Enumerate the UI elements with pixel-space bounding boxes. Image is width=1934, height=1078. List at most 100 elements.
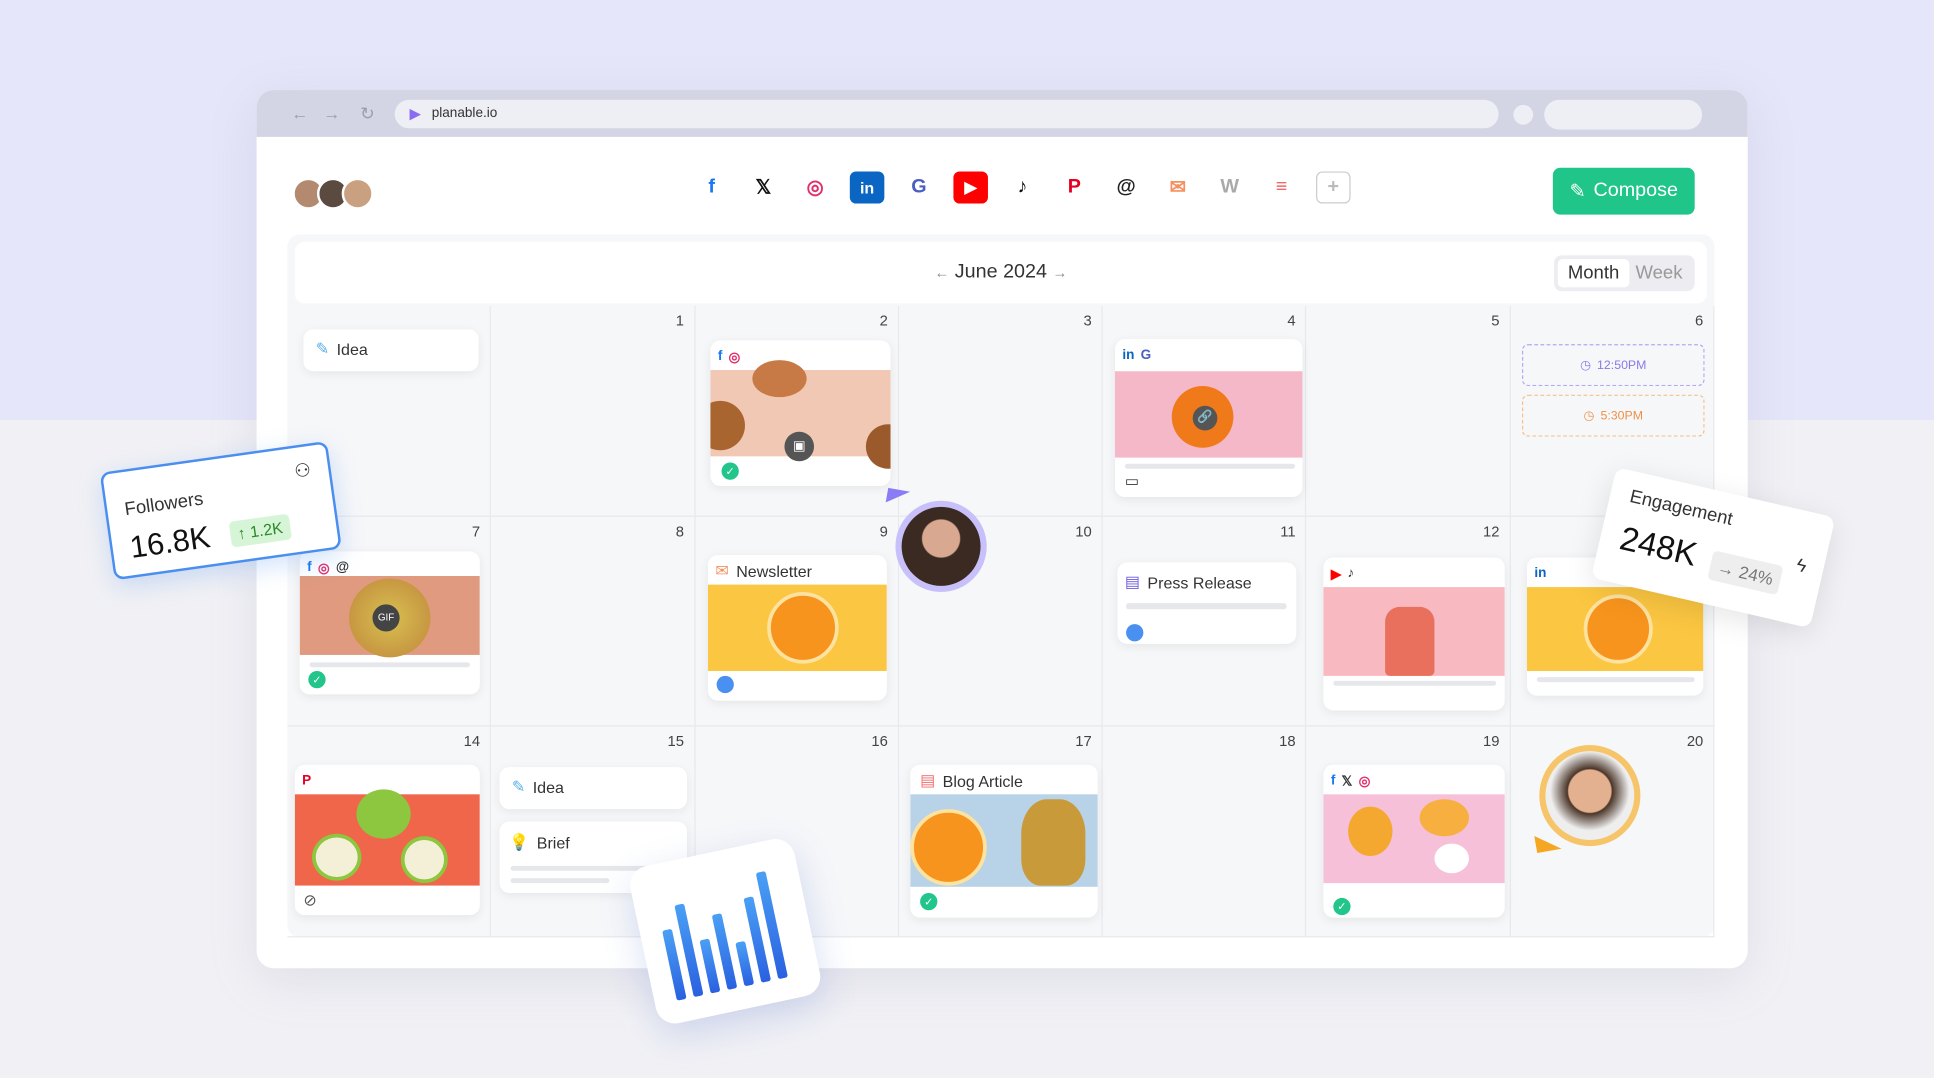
clock-icon: ◷ xyxy=(1583,408,1595,423)
day-number: 17 xyxy=(1075,733,1092,751)
day-number: 11 xyxy=(1280,522,1296,540)
planable-logo-icon: ▶ xyxy=(409,104,421,123)
post-image: GIF xyxy=(299,575,480,658)
threads-icon[interactable]: @ xyxy=(1109,171,1144,203)
facebook-icon[interactable]: f xyxy=(694,171,729,203)
blog-article-card[interactable]: ▤ Blog Article ✓ xyxy=(910,764,1098,918)
day-number: 6 xyxy=(1695,312,1704,330)
email-icon[interactable]: ✉ xyxy=(1161,171,1196,203)
month-view-button[interactable]: Month xyxy=(1557,259,1630,288)
post-title: Newsletter xyxy=(736,561,812,581)
document-icon: ▤ xyxy=(920,770,936,790)
day-number: 14 xyxy=(463,733,481,751)
post-card[interactable]: in G 🔗 ▭ xyxy=(1114,339,1303,498)
idea-label: Idea xyxy=(532,777,564,797)
reload-icon[interactable]: ↻ xyxy=(360,104,374,125)
week-view-button[interactable]: Week xyxy=(1635,263,1682,284)
facebook-icon: f xyxy=(307,559,312,575)
approved-check-icon: ✓ xyxy=(721,462,739,480)
calendar-day[interactable]: 3 xyxy=(898,305,1103,517)
scheduled-clock-icon xyxy=(716,675,734,694)
prev-month-button[interactable]: ← xyxy=(935,264,950,281)
instagram-icon[interactable]: ◎ xyxy=(798,171,833,203)
compose-button[interactable]: ✎ Compose xyxy=(1552,167,1695,215)
compose-label: Compose xyxy=(1593,180,1678,202)
lightning-icon: ϟ xyxy=(1794,554,1809,578)
post-image: 🔗 xyxy=(1114,371,1303,458)
youtube-icon: ▶ xyxy=(1330,567,1342,583)
idea-card[interactable]: ✎ Idea xyxy=(499,767,688,810)
comment-icon: ▭ xyxy=(1124,472,1139,490)
pen-icon: ✎ xyxy=(1569,181,1587,203)
press-icon: ▤ xyxy=(1124,572,1141,591)
idea-icon: ✎ xyxy=(511,777,526,796)
linkedin-icon[interactable]: in xyxy=(849,171,885,204)
google-business-icon[interactable]: G xyxy=(902,171,937,203)
video-icon: ▣ xyxy=(784,431,815,462)
forward-icon[interactable]: → xyxy=(323,104,340,124)
link-icon: 🔗 xyxy=(1192,405,1218,431)
engagement-value: 248K xyxy=(1616,519,1701,574)
idea-card[interactable]: ✎ Idea xyxy=(303,329,479,372)
back-icon[interactable]: ← xyxy=(291,104,308,124)
post-card[interactable]: f 𝕏 ◎ ✓ xyxy=(1323,764,1505,918)
post-card[interactable]: P ⊘ xyxy=(294,764,480,916)
slot-time: 12:50PM xyxy=(1597,358,1647,372)
team-avatars[interactable] xyxy=(292,177,374,210)
day-number: 2 xyxy=(879,312,888,330)
day-number: 10 xyxy=(1075,522,1092,540)
next-month-button[interactable]: → xyxy=(1052,264,1067,281)
day-number: 9 xyxy=(879,522,888,540)
month-nav: ← June 2024 → xyxy=(295,261,1707,283)
post-card[interactable]: ▶ ♪ xyxy=(1323,557,1505,711)
day-number: 8 xyxy=(675,522,684,540)
engagement-delta: → 24% xyxy=(1707,550,1784,596)
email-icon: ✉ xyxy=(715,561,729,580)
document-icon[interactable]: ≡ xyxy=(1264,171,1299,203)
brief-label: Brief xyxy=(536,833,570,852)
tiktok-icon[interactable]: ♪ xyxy=(1005,171,1040,203)
analytics-tile xyxy=(626,835,824,1028)
approved-check-icon: ✓ xyxy=(308,670,326,689)
wordpress-icon[interactable]: W xyxy=(1212,171,1247,203)
address-bar[interactable]: ▶ planable.io xyxy=(394,99,1499,129)
channel-list: f 𝕏 ◎ in G ▶ ♪ P @ ✉ W ≡ + xyxy=(694,171,1351,204)
newsletter-card[interactable]: ✉ Newsletter xyxy=(707,555,887,701)
linkedin-icon: in xyxy=(1534,566,1547,581)
youtube-icon[interactable]: ▶ xyxy=(953,171,988,204)
day-number: 7 xyxy=(471,522,481,540)
day-number: 16 xyxy=(871,733,888,751)
calendar-day[interactable]: 1 xyxy=(491,305,696,517)
time-slot[interactable]: ◷ 5:30PM xyxy=(1522,394,1705,437)
month-label: June 2024 xyxy=(954,261,1047,283)
facebook-icon: f xyxy=(717,349,723,364)
users-icon: ⚇ xyxy=(293,459,313,483)
followers-delta: ↑ 1.2K xyxy=(228,513,292,548)
post-card[interactable]: f ◎ ▣ ✓ xyxy=(710,340,891,486)
slot-time: 5:30PM xyxy=(1600,408,1644,423)
instagram-icon: ◎ xyxy=(728,350,741,366)
threads-icon: @ xyxy=(335,559,350,575)
post-card[interactable]: f ◎ @ GIF ✓ xyxy=(299,551,480,695)
scheduled-clock-icon xyxy=(1126,624,1144,642)
time-slot[interactable]: ◷ 12:50PM xyxy=(1522,344,1705,387)
press-release-card[interactable]: ▤ Press Release xyxy=(1117,562,1297,644)
calendar-header: ← June 2024 → Month Week xyxy=(294,241,1708,304)
lightbulb-icon: 💡 xyxy=(509,832,530,852)
google-business-icon: G xyxy=(1140,347,1152,363)
instagram-icon: ◎ xyxy=(1358,774,1371,790)
calendar-day[interactable]: 5 xyxy=(1306,305,1511,517)
post-title: Blog Article xyxy=(942,771,1023,790)
pinterest-icon[interactable]: P xyxy=(1057,171,1092,203)
calendar-day[interactable]: 8 xyxy=(491,516,696,727)
add-channel-icon[interactable]: + xyxy=(1316,171,1351,204)
day-number: 5 xyxy=(1491,312,1500,330)
day-number: 20 xyxy=(1686,733,1704,751)
x-icon: 𝕏 xyxy=(1341,774,1353,790)
x-icon[interactable]: 𝕏 xyxy=(746,171,781,203)
collaborator-avatar xyxy=(895,500,987,593)
calendar-day[interactable]: 18 xyxy=(1102,726,1307,938)
instagram-icon: ◎ xyxy=(317,561,330,576)
idea-icon: ✎ xyxy=(315,339,330,358)
hidden-eye-icon: ⊘ xyxy=(303,890,317,910)
